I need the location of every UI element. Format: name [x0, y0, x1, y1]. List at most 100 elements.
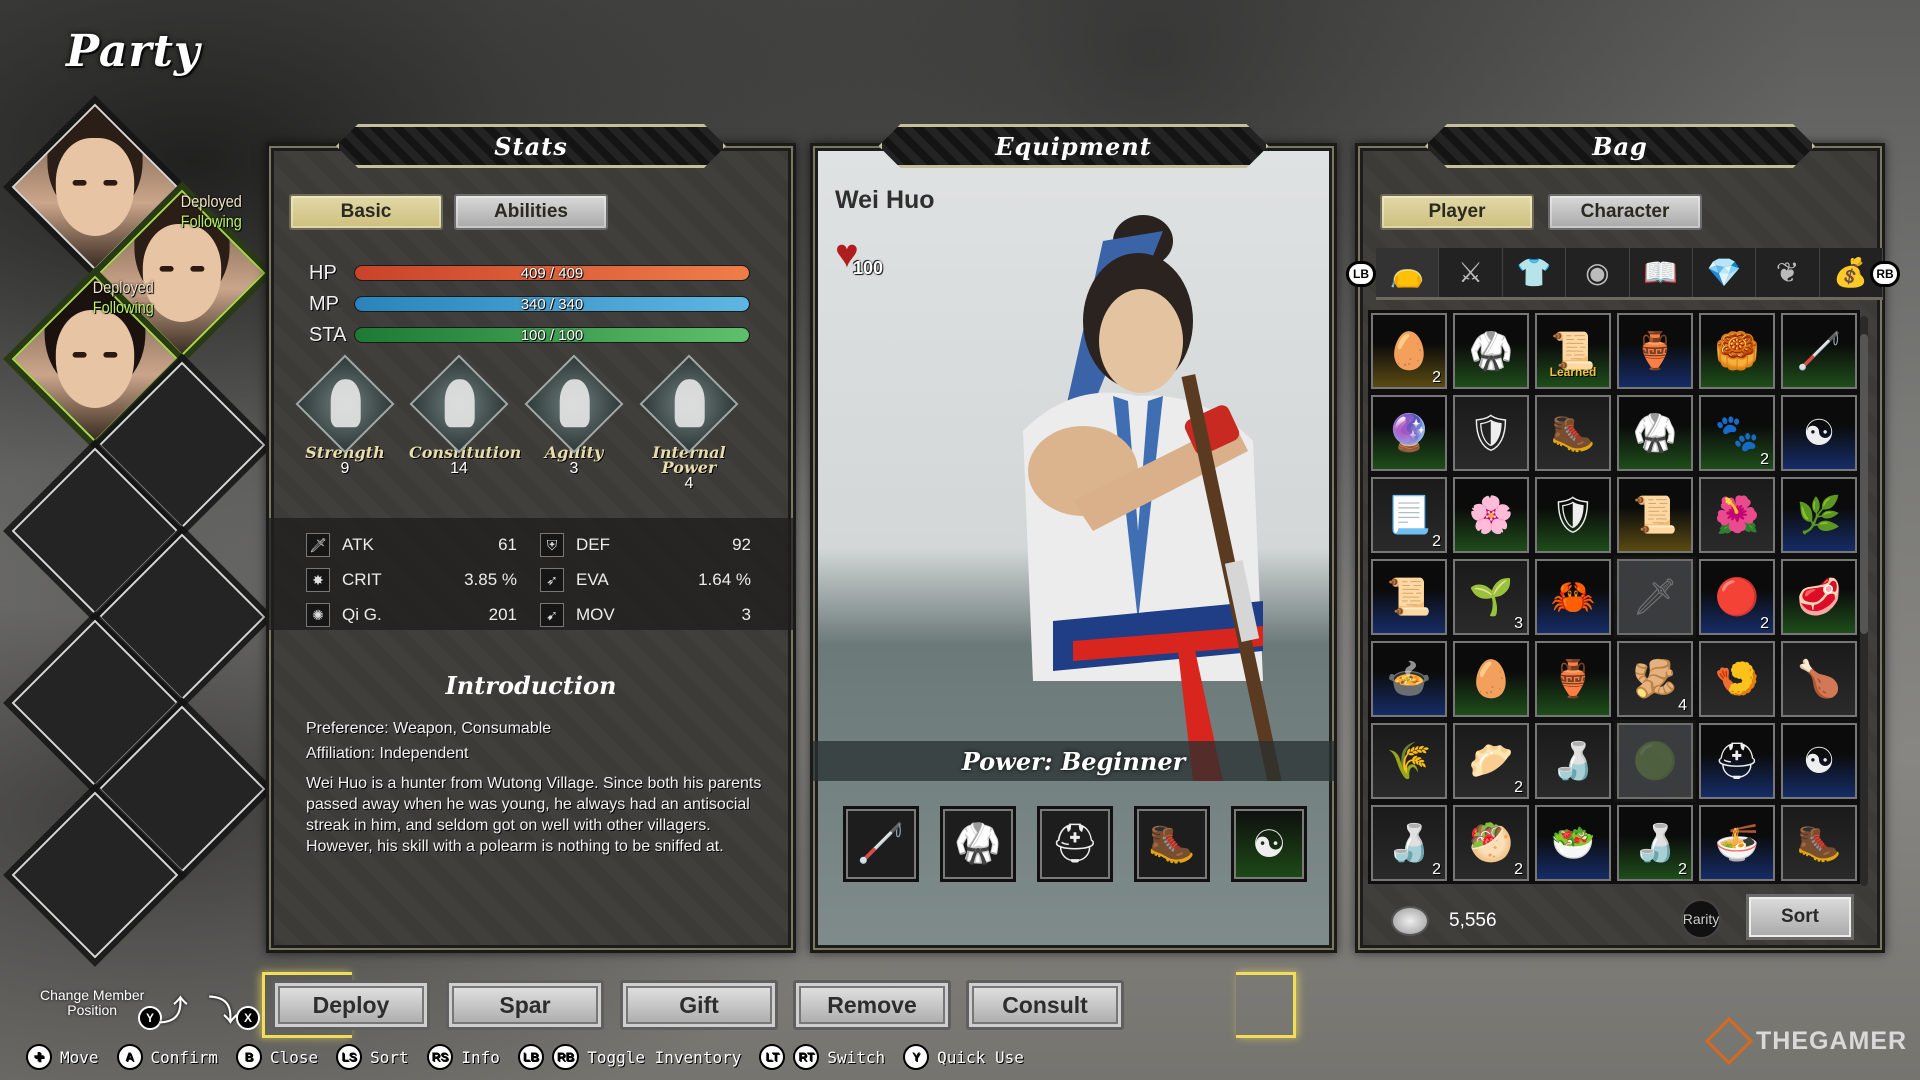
watermark-text: THEGAMER	[1756, 1026, 1908, 1055]
hint-label: Toggle Inventory	[587, 1047, 742, 1067]
inventory-item[interactable]: 🐾 2	[1696, 392, 1778, 474]
inventory-item[interactable]: 🥮	[1696, 310, 1778, 392]
inventory-item[interactable]: 🏺	[1532, 638, 1614, 720]
inventory-item[interactable]: 🗡	[1614, 556, 1696, 638]
deployed-tag: Deployed	[92, 278, 154, 297]
inventory-item[interactable]: 🥚	[1450, 638, 1532, 720]
inventory-scrollbar[interactable]	[1860, 316, 1868, 886]
spar-button[interactable]: Spar	[446, 980, 604, 1030]
power-level-band: Power: Beginner	[813, 741, 1334, 781]
attribute-strength[interactable]: Strength 9	[295, 354, 395, 478]
inventory-item[interactable]: 🥙 2	[1450, 802, 1532, 884]
dumplings-icon: 🥟	[1468, 740, 1514, 781]
inventory-item[interactable]: 📜	[1368, 556, 1450, 638]
bag-title: Bag	[1592, 131, 1648, 161]
inventory-item[interactable]: 🍲	[1368, 638, 1450, 720]
inventory-item[interactable]: 🍤	[1696, 638, 1778, 720]
character-portrait	[1023, 215, 1283, 781]
equip-slot-helmet[interactable]: ⛑	[1037, 806, 1113, 882]
attribute-constitution[interactable]: Constitution 14	[409, 354, 521, 478]
inventory-grid: 🥚 2 🥋 📜 Learned 🏺 🥮 🦯 🔮 🛡 🥾 🥋 🐾 2 ☯ 📃 2 🌸 🛡 📜 🌺 🌿 📜 🌱 3 🦀 🗡 🔴 2 🥩 🍲 🥚 🏺 🫚…	[1368, 310, 1871, 884]
tab-character[interactable]: Character	[1548, 194, 1702, 230]
pendant-icon: ☯	[1251, 823, 1287, 866]
inventory-item[interactable]: 🥾	[1778, 802, 1860, 884]
power-level: Power: Beginner	[961, 746, 1186, 776]
equip-slot-weapon[interactable]: 🦯	[843, 806, 919, 882]
tab-basic[interactable]: Basic	[289, 194, 443, 230]
tab-player[interactable]: Player	[1380, 194, 1534, 230]
inventory-item[interactable]: 📃 2	[1368, 474, 1450, 556]
controller-a-icon: A	[116, 1044, 143, 1070]
bag-category-accessories[interactable]: ◉	[1566, 248, 1630, 297]
bronze-helmet-icon: ⛑	[1714, 740, 1760, 781]
inventory-item[interactable]: 🥋	[1450, 310, 1532, 392]
attribute-value: 14	[450, 460, 468, 477]
inventory-item[interactable]: 🌿	[1778, 474, 1860, 556]
inventory-item[interactable]: 🥩	[1778, 556, 1860, 638]
bag-category-books[interactable]: 📖	[1630, 248, 1693, 297]
inventory-item[interactable]: 🦯	[1778, 310, 1860, 392]
inventory-item[interactable]: 🫚 4	[1614, 638, 1696, 720]
controller-dpad-icon: ✚	[26, 1044, 52, 1070]
bag-category-materials[interactable]: 💎	[1693, 248, 1757, 297]
inventory-item[interactable]: 🌸	[1450, 474, 1532, 556]
control-hints-bar: ✚ Move A Confirm B Close LS Sort RS Info LB RB Toggl…	[26, 1044, 1034, 1070]
inventory-item[interactable]: 🟢	[1614, 720, 1696, 802]
pouring-wine-icon: 🍶	[1632, 822, 1678, 863]
lb-bumper-icon[interactable]: LB	[1346, 261, 1376, 287]
inventory-item[interactable]: 🌾	[1368, 720, 1450, 802]
chrysanthemum-icon: 🌺	[1714, 494, 1760, 535]
gift-button[interactable]: Gift	[620, 980, 778, 1030]
inventory-item[interactable]: 🦀	[1532, 556, 1614, 638]
equip-slot-accessory[interactable]: ☯	[1231, 806, 1307, 882]
inventory-item[interactable]: 🥟 2	[1450, 720, 1532, 802]
equip-slot-armor[interactable]: 🥋	[940, 806, 1016, 882]
inventory-item[interactable]: 🌺	[1696, 474, 1778, 556]
inventory-item[interactable]: 📜	[1614, 474, 1696, 556]
stat-label: EVA	[576, 570, 609, 589]
rarity-filter-button[interactable]: Rarity	[1681, 899, 1721, 939]
sort-button[interactable]: Sort	[1746, 894, 1854, 940]
consult-button[interactable]: Consult	[966, 980, 1124, 1030]
inventory-item[interactable]: 🏺	[1614, 310, 1696, 392]
controller-ls-icon: LS	[336, 1044, 363, 1070]
attribute-agility[interactable]: Agility 3	[524, 354, 624, 478]
inventory-item[interactable]: 🥚 2	[1368, 310, 1450, 392]
bag-category-armor[interactable]: 👕	[1503, 248, 1567, 297]
inventory-item[interactable]: 🍶	[1532, 720, 1614, 802]
attribute-internal-power[interactable]: Internal Power 4	[639, 354, 739, 493]
bag-category-herbs[interactable]: ❦	[1756, 248, 1820, 297]
inventory-item[interactable]: ⛑	[1696, 720, 1778, 802]
inventory-item[interactable]: 🔴 2	[1696, 556, 1778, 638]
inventory-item[interactable]: 🥗	[1532, 802, 1614, 884]
stat-value: 201	[488, 605, 517, 624]
inventory-item[interactable]: 🍶 2	[1614, 802, 1696, 884]
helmet-icon: ⛑	[1050, 823, 1100, 865]
inventory-item[interactable]: 🛡	[1450, 392, 1532, 474]
inventory-item[interactable]: 🍜	[1696, 802, 1778, 884]
bag-category-all-items[interactable]: 👝	[1376, 248, 1440, 297]
inventory-item[interactable]: 📜 Learned	[1532, 310, 1614, 392]
inventory-item[interactable]: 🥋	[1614, 392, 1696, 474]
deploy-button[interactable]: Deploy	[272, 980, 430, 1030]
tab-abilities[interactable]: Abilities	[454, 194, 608, 230]
inventory-item[interactable]: ☯	[1778, 720, 1860, 802]
equip-slot-boots[interactable]: 🥾	[1134, 806, 1210, 882]
x-button-icon[interactable]: X	[236, 1006, 260, 1030]
armor-icon: 👕	[1516, 257, 1552, 288]
inventory-item[interactable]: 🥾	[1532, 392, 1614, 474]
scrollbar-thumb[interactable]	[1860, 334, 1868, 634]
rb-bumper-icon[interactable]: RB	[1870, 261, 1900, 287]
equipment-header: Equipment	[879, 124, 1269, 168]
inventory-item[interactable]: 🍶 2	[1368, 802, 1450, 884]
bag-category-weapons[interactable]: ⚔	[1439, 248, 1503, 297]
inventory-item[interactable]: 🌱 3	[1450, 556, 1532, 638]
bag-header: Bag	[1425, 124, 1815, 168]
inventory-item[interactable]: 🔮	[1368, 392, 1450, 474]
attribute-value: 4	[684, 475, 694, 492]
remove-button[interactable]: Remove	[793, 980, 951, 1030]
inventory-item[interactable]: ☯	[1778, 392, 1860, 474]
inventory-item[interactable]: 🍗	[1778, 638, 1860, 720]
inventory-item[interactable]: 🛡	[1532, 474, 1614, 556]
stat-label: CRIT	[342, 570, 382, 589]
